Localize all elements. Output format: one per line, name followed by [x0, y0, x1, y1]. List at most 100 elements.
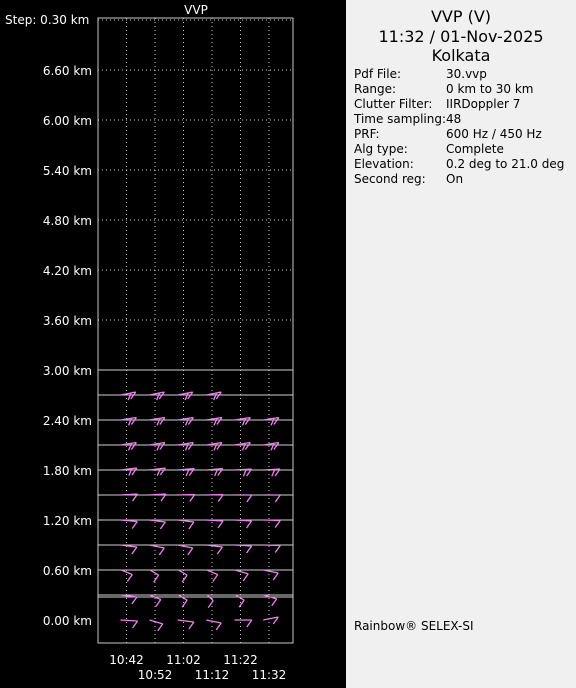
- wind-barb: [206, 619, 222, 631]
- wind-barb-feather: [270, 418, 275, 426]
- wind-barb: [149, 544, 165, 556]
- wind-barb-staff: [178, 569, 188, 576]
- info-key: Elevation:: [354, 157, 414, 171]
- wind-barb-staff: [177, 493, 195, 496]
- wind-barb-feather: [217, 520, 224, 529]
- wind-barb: [205, 493, 224, 502]
- wind-barb-feather: [246, 545, 253, 554]
- y-tick-label: 6.00 km: [43, 114, 92, 128]
- wind-barb: [177, 519, 195, 530]
- wind-barb: [206, 441, 223, 451]
- wind-barb-feather: [274, 520, 281, 528]
- wind-barb-feather: [246, 494, 253, 503]
- y-tick-label: 1.20 km: [43, 514, 92, 528]
- wind-barb: [120, 594, 138, 605]
- wind-barb-staff: [178, 594, 188, 601]
- wind-barb-feather: [187, 547, 194, 556]
- wind-barb-staff: [235, 594, 245, 601]
- info-value: On: [446, 172, 464, 186]
- wind-barb: [234, 569, 249, 582]
- wind-barb: [234, 416, 251, 426]
- wind-barb: [120, 467, 138, 476]
- wind-barb-feather: [213, 418, 218, 426]
- wind-barb-feather: [274, 494, 281, 503]
- wind-barb-staff: [206, 594, 214, 602]
- wind-barb-feather: [131, 521, 138, 529]
- wind-barb-feather: [216, 546, 223, 555]
- wind-barb-feather: [157, 623, 164, 632]
- wind-barb: [177, 441, 194, 451]
- wind-barb-feather: [241, 443, 247, 451]
- wind-barb-feather: [159, 521, 166, 530]
- vendor-footer: Rainbow® SELEX-SI: [354, 619, 474, 633]
- wind-barb-feather: [270, 443, 275, 451]
- wind-barb-feather: [212, 574, 219, 582]
- wind-barb-feather: [155, 599, 162, 607]
- wind-barb-feather: [241, 418, 247, 426]
- wind-barb-feather: [188, 621, 195, 630]
- wind-barb-feather: [126, 574, 133, 582]
- wind-barb-feather: [132, 620, 139, 629]
- info-key: Pdf File:: [354, 67, 402, 81]
- wind-barb: [177, 416, 194, 426]
- wind-barb-feather: [127, 392, 132, 401]
- wind-barb: [177, 544, 194, 556]
- info-value: 0.2 deg to 21.0 deg: [446, 157, 565, 171]
- info-value: 0 km to 30 km: [446, 82, 534, 96]
- x-tick-label: 10:42: [109, 653, 144, 667]
- y-tick-label: 4.20 km: [43, 264, 92, 278]
- wind-barb-staff: [234, 569, 249, 575]
- wind-barb-feather: [246, 619, 253, 628]
- wind-barb-feather: [189, 494, 196, 502]
- wind-barb: [120, 569, 133, 582]
- info-panel: VVP (V) 11:32 / 01-Nov-2025 Kolkata Pdf …: [346, 0, 576, 688]
- info-key: Time sampling:: [354, 112, 447, 126]
- y-tick-label: 4.80 km: [43, 214, 92, 228]
- wind-barb: [120, 391, 137, 401]
- wind-barb-staff: [262, 544, 281, 547]
- wind-barb: [206, 416, 223, 426]
- wind-barb: [149, 619, 164, 632]
- wind-barb-feather: [213, 443, 218, 451]
- wind-barb: [177, 493, 196, 502]
- x-tick-label: 11:22: [223, 653, 258, 667]
- wind-barb: [205, 519, 224, 529]
- wind-barb-feather: [238, 599, 245, 608]
- info-key: Alg type:: [354, 142, 408, 156]
- product-title: VVP (V): [430, 7, 492, 26]
- chart-title: VVP: [184, 3, 208, 17]
- wind-barb: [262, 544, 281, 553]
- step-label: Step: 0.30 km: [5, 13, 89, 27]
- wind-barb-feather: [127, 418, 133, 426]
- wind-barb-feather: [272, 572, 279, 581]
- info-value: IIRDoppler 7: [446, 97, 521, 111]
- wind-barb: [263, 616, 279, 625]
- info-value: 30.vvp: [446, 67, 487, 81]
- info-key: Range:: [354, 82, 397, 96]
- wind-barb-feather: [131, 596, 138, 605]
- wind-barb: [178, 569, 188, 583]
- wind-barb: [234, 441, 251, 451]
- wind-barb-feather: [153, 574, 160, 583]
- info-key: Clutter Filter:: [354, 97, 433, 111]
- wind-barb-staff: [177, 619, 194, 623]
- wind-barb: [177, 619, 195, 630]
- wind-barb-feather: [184, 392, 189, 401]
- wind-barb: [149, 416, 166, 426]
- wind-barb-feather: [271, 598, 278, 607]
- wind-barb: [263, 494, 281, 503]
- wind-barb: [262, 519, 281, 528]
- wind-barb-feather: [217, 494, 224, 502]
- wind-barb: [120, 519, 138, 529]
- y-tick-label: 0.60 km: [43, 564, 92, 578]
- x-tick-label: 10:52: [138, 668, 173, 682]
- wind-barb-feather: [188, 521, 195, 530]
- wind-barb: [120, 416, 137, 426]
- info-key: PRF:: [354, 127, 380, 141]
- wind-barb: [149, 467, 166, 476]
- vvp-plot-panel: VVP Step: 0.30 km 0.00 km 0.60 km 1.20 km 1.8…: [0, 0, 346, 688]
- wind-barb: [120, 441, 137, 451]
- wind-barb: [234, 519, 253, 529]
- wind-barb-staff: [149, 569, 159, 576]
- wind-barb-feather: [127, 443, 133, 451]
